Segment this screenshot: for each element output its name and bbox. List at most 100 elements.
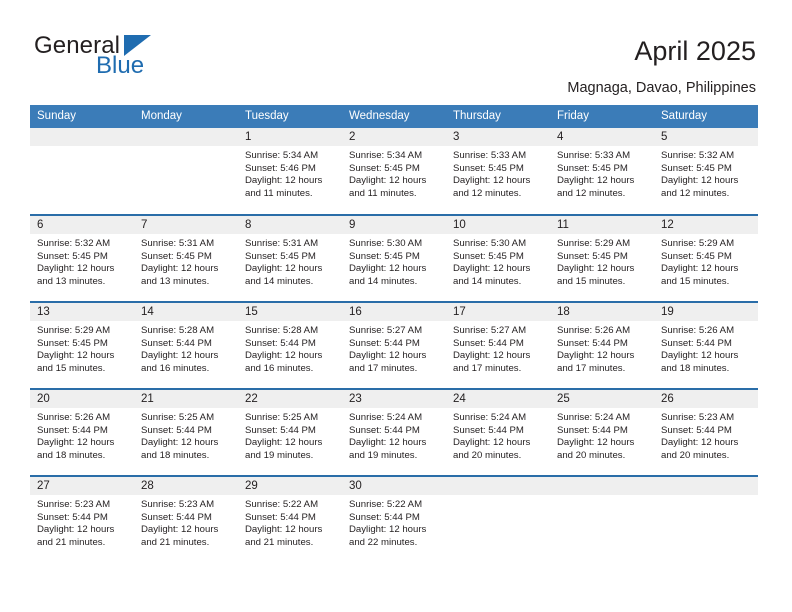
calendar-day-cell[interactable]: 14 Sunrise: 5:28 AM Sunset: 5:44 PM Dayligh… [134, 301, 238, 389]
day-details: Sunrise: 5:24 AM Sunset: 5:44 PM Daylight:… [550, 408, 654, 462]
sunrise-text: Sunrise: 5:30 AM [453, 238, 527, 249]
calendar-day-cell[interactable]: 7 Sunrise: 5:31 AM Sunset: 5:45 PM Daylight… [134, 214, 238, 302]
calendar-page: General Blue April 2025 Magnaga, Davao, … [0, 0, 792, 612]
day-number: 6 [30, 216, 134, 234]
day-details: Sunrise: 5:31 AM Sunset: 5:45 PM Daylight:… [238, 234, 342, 288]
calendar-table: Sunday Monday Tuesday Wednesday Thursday… [30, 105, 758, 563]
daylight-text: Daylight: 12 hours and 22 minutes. [349, 524, 427, 548]
calendar-day-cell[interactable]: 2 Sunrise: 5:34 AM Sunset: 5:45 PM Daylight… [342, 128, 446, 215]
sunset-text: Sunset: 5:46 PM [245, 162, 316, 174]
weekday-header-tuesday: Tuesday [238, 105, 342, 128]
sunset-text: Sunset: 5:44 PM [349, 337, 420, 349]
calendar-day-cell[interactable]: 17 Sunrise: 5:27 AM Sunset: 5:44 PM Dayligh… [446, 301, 550, 389]
calendar-day-cell[interactable]: 1 Sunrise: 5:34 AM Sunset: 5:46 PM Daylight… [238, 128, 342, 215]
calendar-day-cell[interactable]: 12 Sunrise: 5:29 AM Sunset: 5:45 PM Dayligh… [654, 214, 758, 302]
page-subtitle: Magnaga, Davao, Philippines [567, 80, 756, 96]
calendar-day-cell-empty [446, 475, 550, 563]
daylight-text: Daylight: 12 hours and 20 minutes. [661, 437, 739, 461]
calendar-week-row: 20 Sunrise: 5:26 AM Sunset: 5:44 PM Dayligh… [30, 388, 758, 476]
calendar-day-cell[interactable]: 22 Sunrise: 5:25 AM Sunset: 5:44 PM Dayligh… [238, 388, 342, 476]
calendar-day-cell[interactable]: 27 Sunrise: 5:23 AM Sunset: 5:44 PM Dayligh… [30, 475, 134, 563]
calendar-day-cell[interactable]: 5 Sunrise: 5:32 AM Sunset: 5:45 PM Daylight… [654, 128, 758, 215]
calendar-day-cell[interactable]: 18 Sunrise: 5:26 AM Sunset: 5:44 PM Dayligh… [550, 301, 654, 389]
sunset-text: Sunset: 5:44 PM [349, 424, 420, 436]
daylight-text: Daylight: 12 hours and 11 minutes. [245, 175, 323, 199]
calendar-day-cell[interactable]: 9 Sunrise: 5:30 AM Sunset: 5:45 PM Daylight… [342, 214, 446, 302]
sunset-text: Sunset: 5:44 PM [141, 511, 212, 523]
daylight-text: Daylight: 12 hours and 15 minutes. [661, 263, 739, 287]
day-number: 5 [654, 128, 758, 146]
calendar-day-cell[interactable]: 8 Sunrise: 5:31 AM Sunset: 5:45 PM Daylight… [238, 214, 342, 302]
daylight-text: Daylight: 12 hours and 12 minutes. [661, 175, 739, 199]
sunrise-text: Sunrise: 5:28 AM [245, 325, 319, 336]
sunset-text: Sunset: 5:44 PM [245, 337, 316, 349]
calendar-day-cell[interactable]: 29 Sunrise: 5:22 AM Sunset: 5:44 PM Dayligh… [238, 475, 342, 563]
sunrise-text: Sunrise: 5:25 AM [245, 412, 319, 423]
sunrise-text: Sunrise: 5:33 AM [557, 150, 631, 161]
sunset-text: Sunset: 5:45 PM [245, 250, 316, 262]
sunset-text: Sunset: 5:45 PM [37, 250, 108, 262]
calendar-day-cell[interactable]: 28 Sunrise: 5:23 AM Sunset: 5:44 PM Dayligh… [134, 475, 238, 563]
sunrise-text: Sunrise: 5:30 AM [349, 238, 423, 249]
page-title: April 2025 [634, 36, 756, 66]
day-details: Sunrise: 5:25 AM Sunset: 5:44 PM Daylight:… [238, 408, 342, 462]
day-number: 9 [342, 216, 446, 234]
sunset-text: Sunset: 5:45 PM [349, 250, 420, 262]
calendar-day-cell[interactable]: 10 Sunrise: 5:30 AM Sunset: 5:45 PM Dayligh… [446, 214, 550, 302]
day-number: 22 [238, 390, 342, 408]
calendar-day-cell[interactable]: 20 Sunrise: 5:26 AM Sunset: 5:44 PM Dayligh… [30, 388, 134, 476]
calendar-day-cell[interactable]: 24 Sunrise: 5:24 AM Sunset: 5:44 PM Dayligh… [446, 388, 550, 476]
weekday-header-thursday: Thursday [446, 105, 550, 128]
day-number: 11 [550, 216, 654, 234]
sunrise-text: Sunrise: 5:26 AM [557, 325, 631, 336]
sunrise-text: Sunrise: 5:29 AM [37, 325, 111, 336]
calendar-day-cell[interactable]: 6 Sunrise: 5:32 AM Sunset: 5:45 PM Daylight… [30, 214, 134, 302]
calendar-header-row: Sunday Monday Tuesday Wednesday Thursday… [30, 105, 758, 128]
daylight-text: Daylight: 12 hours and 11 minutes. [349, 175, 427, 199]
daylight-text: Daylight: 12 hours and 19 minutes. [349, 437, 427, 461]
calendar-day-cell[interactable]: 25 Sunrise: 5:24 AM Sunset: 5:44 PM Dayligh… [550, 388, 654, 476]
sunrise-text: Sunrise: 5:22 AM [349, 499, 423, 510]
day-number [654, 477, 758, 495]
day-details: Sunrise: 5:22 AM Sunset: 5:44 PM Daylight:… [238, 495, 342, 549]
calendar-day-cell[interactable]: 16 Sunrise: 5:27 AM Sunset: 5:44 PM Dayligh… [342, 301, 446, 389]
sunrise-text: Sunrise: 5:23 AM [37, 499, 111, 510]
sunset-text: Sunset: 5:45 PM [557, 162, 628, 174]
day-number: 16 [342, 303, 446, 321]
sunrise-text: Sunrise: 5:34 AM [349, 150, 423, 161]
calendar-day-cell[interactable]: 3 Sunrise: 5:33 AM Sunset: 5:45 PM Daylight… [446, 128, 550, 215]
daylight-text: Daylight: 12 hours and 14 minutes. [349, 263, 427, 287]
sunset-text: Sunset: 5:44 PM [245, 511, 316, 523]
sunset-text: Sunset: 5:45 PM [141, 250, 212, 262]
day-number: 12 [654, 216, 758, 234]
sunset-text: Sunset: 5:44 PM [661, 424, 732, 436]
general-blue-logo: General Blue [34, 33, 214, 79]
sunset-text: Sunset: 5:44 PM [141, 424, 212, 436]
day-details: Sunrise: 5:32 AM Sunset: 5:45 PM Daylight:… [654, 146, 758, 200]
day-number: 30 [342, 477, 446, 495]
calendar-day-cell[interactable]: 26 Sunrise: 5:23 AM Sunset: 5:44 PM Dayligh… [654, 388, 758, 476]
calendar-day-cell[interactable]: 30 Sunrise: 5:22 AM Sunset: 5:44 PM Dayligh… [342, 475, 446, 563]
calendar-day-cell[interactable]: 4 Sunrise: 5:33 AM Sunset: 5:45 PM Daylight… [550, 128, 654, 215]
calendar-day-cell[interactable]: 19 Sunrise: 5:26 AM Sunset: 5:44 PM Dayligh… [654, 301, 758, 389]
calendar-day-cell[interactable]: 21 Sunrise: 5:25 AM Sunset: 5:44 PM Dayligh… [134, 388, 238, 476]
daylight-text: Daylight: 12 hours and 17 minutes. [349, 350, 427, 374]
day-details: Sunrise: 5:34 AM Sunset: 5:46 PM Daylight:… [238, 146, 342, 200]
calendar-day-cell[interactable]: 15 Sunrise: 5:28 AM Sunset: 5:44 PM Dayligh… [238, 301, 342, 389]
calendar-week-row: 13 Sunrise: 5:29 AM Sunset: 5:45 PM Dayligh… [30, 301, 758, 389]
sunrise-text: Sunrise: 5:23 AM [661, 412, 735, 423]
daylight-text: Daylight: 12 hours and 15 minutes. [557, 263, 635, 287]
day-details: Sunrise: 5:32 AM Sunset: 5:45 PM Daylight:… [30, 234, 134, 288]
calendar-day-cell[interactable]: 13 Sunrise: 5:29 AM Sunset: 5:45 PM Dayligh… [30, 301, 134, 389]
day-number: 28 [134, 477, 238, 495]
calendar-day-cell[interactable]: 23 Sunrise: 5:24 AM Sunset: 5:44 PM Dayligh… [342, 388, 446, 476]
sunset-text: Sunset: 5:45 PM [661, 250, 732, 262]
weekday-header-monday: Monday [134, 105, 238, 128]
sunrise-text: Sunrise: 5:33 AM [453, 150, 527, 161]
day-number: 2 [342, 128, 446, 146]
day-details: Sunrise: 5:24 AM Sunset: 5:44 PM Daylight:… [446, 408, 550, 462]
day-details: Sunrise: 5:29 AM Sunset: 5:45 PM Daylight:… [654, 234, 758, 288]
calendar-day-cell[interactable]: 11 Sunrise: 5:29 AM Sunset: 5:45 PM Dayligh… [550, 214, 654, 302]
day-number [550, 477, 654, 495]
day-number: 7 [134, 216, 238, 234]
